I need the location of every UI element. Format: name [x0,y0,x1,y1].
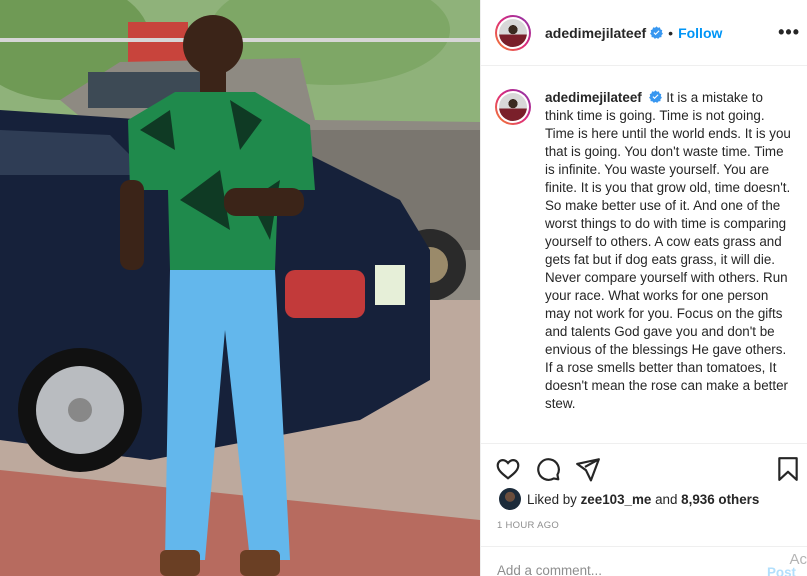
separator-dot: • [668,24,674,41]
likes-summary: Liked by zee103_me and 8,936 others [499,488,759,510]
caption-verified-badge-icon [649,90,663,103]
post-photo-illustration [0,0,480,576]
action-bar [481,443,807,491]
comment-bubble-icon[interactable] [535,456,561,482]
comment-box: Add a comment... Post [481,546,807,576]
avatar-image [499,18,527,47]
caption-section: adedimejilateef It is a mistake to think… [481,67,807,443]
post-panel: adedimejilateef • Follow ••• adedimejila… [480,0,807,576]
caption-username-link[interactable]: adedimejilateef [545,90,642,105]
follow-button[interactable]: Follow [678,25,722,41]
likes-count-link[interactable]: 8,936 others [681,492,759,507]
overflow-text-fragment: Ac [789,551,807,568]
caption-avatar-image [499,93,527,121]
paper-plane-icon[interactable] [575,456,601,482]
bookmark-icon[interactable] [775,456,801,482]
post-photo[interactable] [0,0,480,576]
caption-text: adedimejilateef It is a mistake to think… [545,89,794,443]
heart-icon[interactable] [495,456,521,482]
avatar[interactable] [495,14,531,51]
likes-and: and [655,491,678,507]
comment-input[interactable]: Add a comment... [497,563,602,576]
username-link[interactable]: adedimejilateef [545,25,646,41]
post-timestamp[interactable]: 1 HOUR AGO [497,520,559,531]
post-header: adedimejilateef • Follow ••• [481,0,807,66]
liker-username-link[interactable]: zee103_me [581,492,652,507]
likes-prefix: Liked by [527,491,577,507]
liker-avatar[interactable] [499,488,521,510]
more-options-icon[interactable]: ••• [778,22,800,43]
verified-badge-icon [650,26,664,39]
caption-body: It is a mistake to think time is going. … [545,90,791,411]
caption-avatar[interactable] [495,89,531,125]
